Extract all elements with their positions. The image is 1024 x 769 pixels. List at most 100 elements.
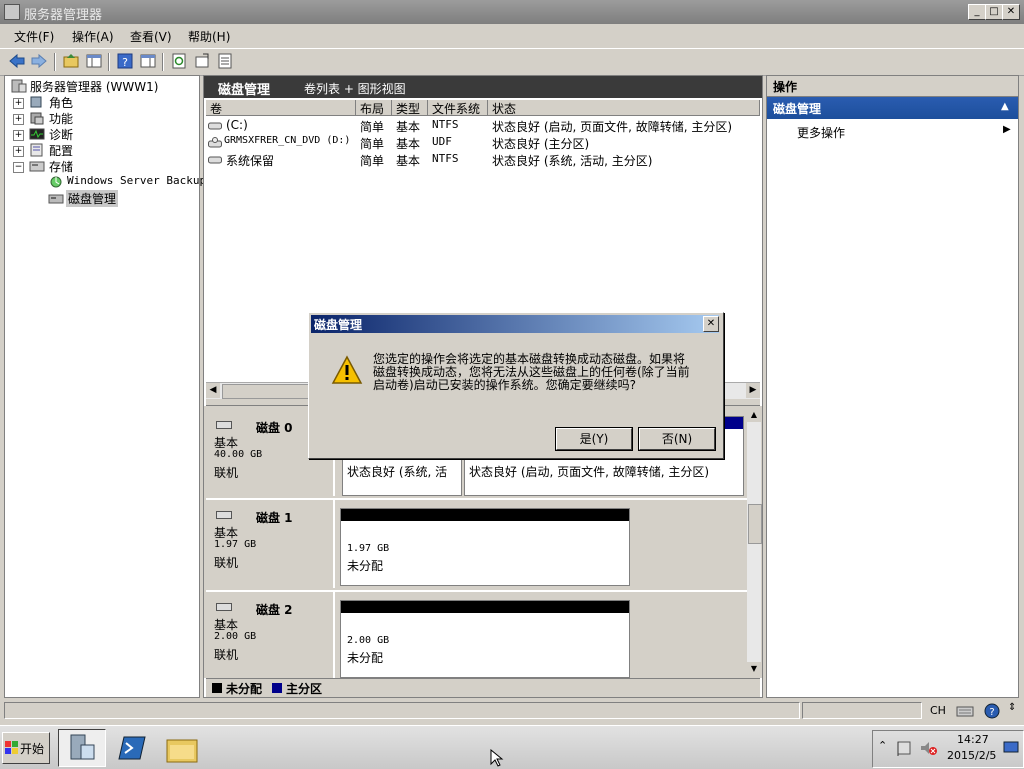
pane-header: 磁盘管理 卷列表 + 图形视图 [204, 76, 762, 98]
expand-icon[interactable]: + [13, 98, 24, 109]
help-icon[interactable]: ? [116, 52, 134, 70]
show-desktop-icon[interactable] [1003, 739, 1019, 755]
folder-icon [166, 739, 198, 763]
scroll-arrows-icon[interactable]: ⇕ [1008, 702, 1016, 713]
menu-help[interactable]: 帮助(H) [188, 28, 230, 45]
start-button[interactable]: 开始 [2, 732, 50, 764]
collapse-icon[interactable]: − [13, 162, 24, 173]
actions-section-header[interactable]: 磁盘管理 ▲ [767, 97, 1018, 119]
disk-info: 磁盘 2 基本 2.00 GB 联机 [206, 592, 335, 680]
disk-name: 磁盘 2 [256, 603, 293, 617]
window-title: 服务器管理器 [24, 8, 103, 23]
dialog-title-bar: 磁盘管理 ✕ [311, 315, 719, 333]
refresh-icon[interactable] [170, 52, 188, 70]
language-indicator[interactable]: CH [930, 704, 946, 717]
volume-type: 基本 [396, 137, 421, 151]
menu-file[interactable]: 文件(F) [14, 28, 54, 45]
properties-pane-icon[interactable] [139, 52, 157, 70]
more-actions-item[interactable]: 更多操作 ▶ [767, 122, 1018, 140]
unallocated-size: 2.00 GB [347, 635, 390, 646]
unallocated-space[interactable]: 2.00 GB 未分配 [340, 600, 630, 678]
up-folder-icon[interactable] [62, 52, 80, 70]
partition-status: 状态良好 (启动, 页面文件, 故障转储, 主分区) [469, 465, 710, 479]
disk-view-vertical-scrollbar[interactable]: ▲ ▼ [747, 408, 762, 676]
actions-header: 操作 [767, 76, 1018, 97]
volume-status: 状态良好 (系统, 活动, 主分区) [492, 154, 653, 168]
mouse-cursor-icon [490, 749, 504, 767]
dialog-message-line: 启动卷)启动已安装的操作系统。您确定要继续吗? [373, 378, 637, 392]
column-header-volume[interactable]: 卷 [206, 100, 356, 116]
column-header-type[interactable]: 类型 [392, 100, 428, 116]
expand-icon[interactable]: + [13, 114, 24, 125]
disk-info: 磁盘 1 基本 1.97 GB 联机 [206, 500, 335, 588]
tree-root[interactable]: 服务器管理器 (WWW1) [30, 78, 158, 95]
menu-view[interactable]: 查看(V) [130, 28, 172, 45]
disk-size: 40.00 GB [214, 449, 263, 460]
volume-name: (C:) [226, 118, 248, 132]
action-center-flag-icon[interactable] [895, 739, 913, 757]
dialog-close-button[interactable]: ✕ [703, 316, 719, 332]
unallocated-swatch [212, 683, 222, 693]
show-hide-tree-icon[interactable] [85, 52, 103, 70]
system-tray: ⌃ 14:27 2015/2/5 [872, 730, 1024, 768]
tree-item-features[interactable]: 功能 [49, 110, 73, 127]
disk-row[interactable]: 磁盘 1 基本 1.97 GB 联机 1.97 GB 未分配 [206, 500, 747, 592]
scroll-right-icon[interactable]: ▶ [746, 383, 760, 398]
settings-icon[interactable] [216, 52, 234, 70]
taskbar-powershell[interactable] [114, 731, 150, 765]
keyboard-icon[interactable] [956, 703, 974, 719]
volume-name: GRMSXFRER_CN_DVD (D:) [224, 135, 351, 146]
tree-item-storage[interactable]: 存储 [49, 158, 73, 175]
legend-unallocated: 未分配 [226, 682, 263, 696]
scroll-up-icon[interactable]: ▲ [747, 408, 761, 422]
unallocated-size: 1.97 GB [347, 543, 390, 554]
export-list-icon[interactable] [193, 52, 211, 70]
disk-row[interactable]: 磁盘 2 基本 2.00 GB 联机 2.00 GB 未分配 [206, 592, 747, 684]
taskbar-explorer[interactable] [162, 731, 202, 765]
column-header-filesystem[interactable]: 文件系统 [428, 100, 488, 116]
navigation-tree: 服务器管理器 (WWW1) + 角色 + 功能 + 诊断 + 配置 − 存储 W… [4, 75, 206, 698]
disk-icon [216, 421, 232, 429]
server-manager-icon [4, 4, 20, 20]
tree-item-roles[interactable]: 角色 [49, 94, 73, 111]
column-header-layout[interactable]: 布局 [356, 100, 392, 116]
menu-bar: 文件(F) 操作(A) 查看(V) 帮助(H) [0, 24, 1024, 48]
show-hidden-icons-icon[interactable]: ⌃ [878, 739, 887, 752]
no-button[interactable]: 否(N) [639, 428, 715, 450]
disk-name: 磁盘 1 [256, 511, 293, 525]
scroll-thumb[interactable] [748, 504, 762, 544]
column-header-status[interactable]: 状态 [488, 100, 760, 116]
tree-item-windows-server-backup[interactable]: Windows Server Backup [67, 174, 206, 187]
unallocated-space[interactable]: 1.97 GB 未分配 [340, 508, 630, 586]
unallocated-bar [341, 601, 629, 613]
minimize-button[interactable]: _ [968, 4, 986, 20]
disk-state: 联机 [214, 556, 239, 570]
yes-button[interactable]: 是(Y) [556, 428, 632, 450]
tree-item-disk-management[interactable]: 磁盘管理 [66, 190, 119, 207]
actions-pane: 操作 磁盘管理 ▲ 更多操作 ▶ [766, 75, 1019, 698]
volume-filesystem: NTFS [432, 152, 459, 165]
legend: 未分配 主分区 [206, 678, 760, 697]
scroll-left-icon[interactable]: ◀ [206, 383, 220, 398]
taskbar-server-manager[interactable] [58, 729, 106, 767]
menu-action[interactable]: 操作(A) [72, 28, 114, 45]
maximize-button[interactable]: □ [985, 4, 1003, 20]
drive-icon [208, 156, 222, 164]
help-circle-icon[interactable]: ? [983, 703, 1001, 719]
expand-icon[interactable]: + [13, 130, 24, 141]
expand-icon[interactable]: + [13, 146, 24, 157]
scroll-down-icon[interactable]: ▼ [747, 662, 761, 676]
server-icon [11, 79, 27, 93]
back-arrow-icon[interactable] [8, 52, 26, 70]
collapse-up-icon[interactable]: ▲ [1001, 101, 1009, 112]
tree-item-diagnostics[interactable]: 诊断 [49, 126, 73, 143]
forward-arrow-icon[interactable] [30, 52, 48, 70]
clock-date[interactable]: 2015/2/5 [947, 749, 996, 762]
clock-time[interactable]: 14:27 [957, 733, 989, 746]
partition-status: 状态良好 (系统, 活 [347, 465, 448, 479]
actions-title: 操作 [773, 80, 798, 94]
tree-item-configuration[interactable]: 配置 [49, 142, 73, 159]
volume-muted-icon[interactable] [919, 739, 937, 757]
pane-view-mode: 卷列表 + 图形视图 [304, 82, 406, 96]
close-button[interactable]: ✕ [1002, 4, 1020, 20]
